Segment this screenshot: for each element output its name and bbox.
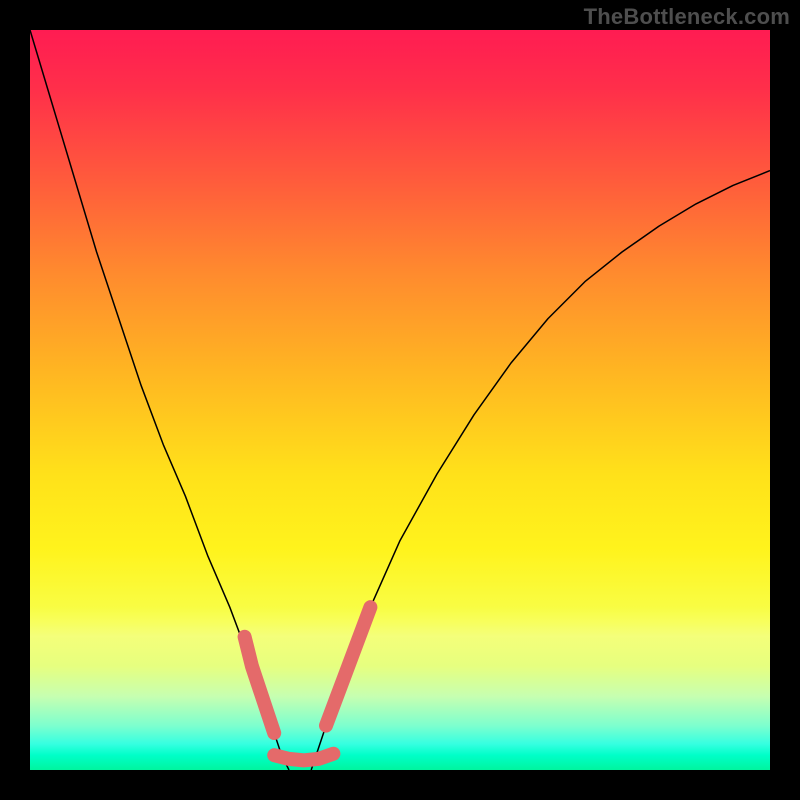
series-bottleneck-curve-right <box>311 171 770 770</box>
curve-layer <box>30 30 770 770</box>
plot-area <box>30 30 770 770</box>
series-highlight-left <box>245 637 275 733</box>
chart-frame: TheBottleneck.com <box>0 0 800 800</box>
series-highlight-right <box>326 607 370 725</box>
watermark-text: TheBottleneck.com <box>584 4 790 30</box>
series-highlight-bottom <box>274 754 333 761</box>
